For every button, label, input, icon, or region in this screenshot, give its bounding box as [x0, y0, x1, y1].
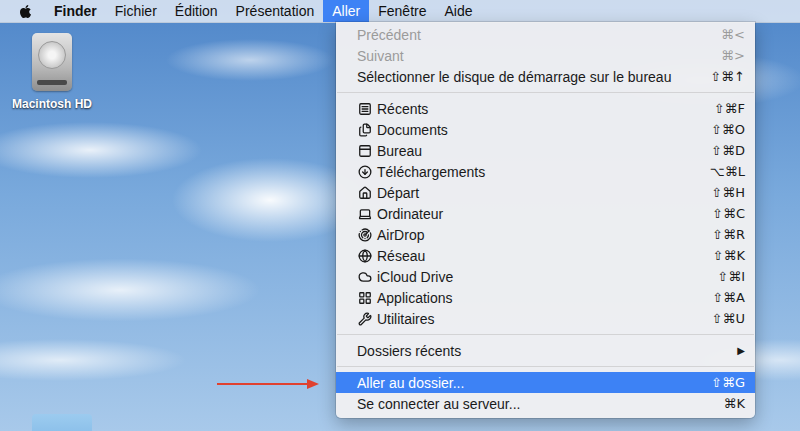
- desktop-icon: [358, 144, 372, 158]
- shortcut: ⇧⌘F: [714, 101, 745, 116]
- desktop-item[interactable]: Macintosh HD: [0, 33, 107, 111]
- arrow-icon: [215, 377, 321, 391]
- download-icon: [358, 165, 372, 179]
- menu-item[interactable]: Récents⇧⌘F: [336, 98, 755, 119]
- menu-item[interactable]: Réseau⇧⌘K: [336, 245, 755, 266]
- menu-item[interactable]: iCloud Drive⇧⌘I: [336, 266, 755, 287]
- folder-icon[interactable]: [32, 414, 92, 431]
- apple-menu[interactable]: [6, 0, 45, 22]
- shortcut: ⌘K: [723, 396, 745, 411]
- menu-item[interactable]: Dossiers récents▶: [336, 340, 755, 361]
- recents-icon: [358, 102, 372, 116]
- shortcut: ⇧⌘D: [711, 143, 745, 158]
- desktop-screen: FinderFichierÉditionPrésentationAllerFen…: [0, 0, 800, 431]
- menu-separator: [336, 329, 755, 340]
- menu-separator: [336, 361, 755, 372]
- menu-bar-item[interactable]: Finder: [45, 0, 106, 22]
- submenu-arrow: ▶: [737, 345, 745, 356]
- menu-bar: FinderFichierÉditionPrésentationAllerFen…: [0, 0, 800, 23]
- menu-item: Suivant⌘>: [336, 45, 755, 66]
- menu-item[interactable]: Ordinateur⇧⌘C: [336, 203, 755, 224]
- shortcut: ⇧⌘I: [717, 269, 745, 284]
- menu-separator: [336, 87, 755, 98]
- menu-item: Précédent⌘<: [336, 24, 755, 45]
- menu-bar-item[interactable]: Aller: [323, 0, 369, 22]
- documents-icon: [358, 123, 372, 137]
- shortcut: ⇧⌘G: [711, 375, 745, 390]
- shortcut: ⇧⌘K: [713, 248, 745, 263]
- menu-bar-item[interactable]: Aide: [435, 0, 481, 22]
- airdrop-icon: [358, 228, 372, 242]
- go-menu: Précédent⌘<Suivant⌘>Sélectionner le disq…: [336, 22, 755, 418]
- menu-item[interactable]: Applications⇧⌘A: [336, 287, 755, 308]
- shortcut: ⌘>: [721, 48, 745, 63]
- apple-icon: [18, 4, 33, 19]
- menu-bar-item[interactable]: Présentation: [227, 0, 324, 22]
- menu-item[interactable]: AirDrop⇧⌘R: [336, 224, 755, 245]
- shortcut: ⇧⌘↑: [710, 69, 745, 84]
- drive-icon: [32, 33, 72, 91]
- menu-item[interactable]: Départ⇧⌘H: [336, 182, 755, 203]
- network-icon: [358, 249, 372, 263]
- menu-bar-item[interactable]: Fichier: [106, 0, 166, 22]
- menu-item[interactable]: Utilitaires⇧⌘U: [336, 308, 755, 329]
- menu-item[interactable]: Se connecter au serveur...⌘K: [336, 393, 755, 414]
- menu-item[interactable]: Documents⇧⌘O: [336, 119, 755, 140]
- menu-item[interactable]: Téléchargements⌥⌘L: [336, 161, 755, 182]
- shortcut: ⇧⌘R: [712, 227, 745, 242]
- menu-item[interactable]: Aller au dossier...⇧⌘G: [336, 372, 755, 393]
- home-icon: [358, 186, 372, 200]
- cloud-icon: [358, 270, 372, 284]
- shortcut: ⇧⌘A: [712, 290, 745, 305]
- shortcut: ⇧⌘O: [711, 122, 745, 137]
- utilities-icon: [358, 312, 372, 326]
- shortcut: ⇧⌘C: [712, 206, 745, 221]
- applications-icon: [358, 291, 372, 305]
- shortcut: ⇧⌘U: [712, 311, 745, 326]
- menu-item[interactable]: Sélectionner le disque de démarrage sur …: [336, 66, 755, 87]
- shortcut: ⌘<: [721, 27, 745, 42]
- menu-bar-item[interactable]: Édition: [166, 0, 227, 22]
- menu-item[interactable]: Bureau⇧⌘D: [336, 140, 755, 161]
- shortcut: ⌥⌘L: [710, 164, 745, 179]
- shortcut: ⇧⌘H: [711, 185, 745, 200]
- computer-icon: [358, 207, 372, 221]
- menu-bar-item[interactable]: Fenêtre: [369, 0, 435, 22]
